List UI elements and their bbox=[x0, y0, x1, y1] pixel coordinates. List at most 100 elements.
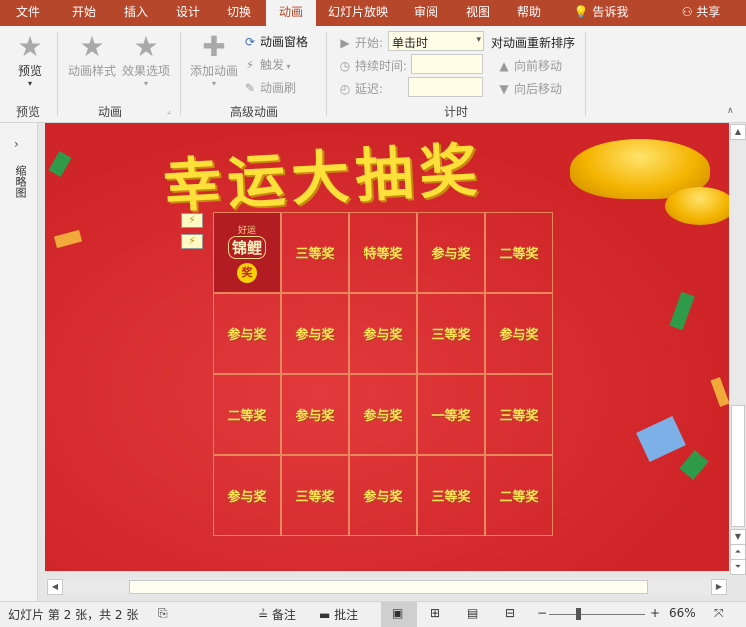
animation-trigger-marker[interactable]: ⚡ bbox=[181, 234, 203, 249]
tell-me-label: 告诉我 bbox=[592, 5, 629, 19]
accessibility-icon[interactable]: ⎘ bbox=[158, 606, 168, 621]
prize-cell[interactable]: 参与奖 bbox=[213, 455, 281, 536]
tab-help[interactable]: 帮助 bbox=[507, 0, 551, 26]
scroll-right-icon[interactable]: ▶ bbox=[711, 579, 727, 595]
tab-design[interactable]: 设计 bbox=[166, 0, 210, 26]
slide-counter: 幻灯片 第 2 张，共 2 张 bbox=[8, 608, 139, 622]
add-animation-label: 添加动画 bbox=[189, 64, 238, 78]
notes-button[interactable]: ≟ 备注 bbox=[258, 606, 296, 623]
zoom-in-icon[interactable]: + bbox=[650, 606, 660, 620]
prize-cell[interactable]: 参与奖 bbox=[349, 293, 417, 374]
delay-label: ◴ 延迟: bbox=[339, 82, 384, 96]
zoom-level[interactable]: 66% bbox=[669, 606, 696, 620]
duration-spinner[interactable] bbox=[411, 54, 483, 74]
animation-painter-button[interactable]: ✎ 动画刷 bbox=[243, 79, 296, 96]
tab-animations[interactable]: 动画 bbox=[266, 0, 316, 26]
prize-cell[interactable]: 三等奖 bbox=[485, 374, 553, 455]
slide-sorter-icon[interactable]: ⊞ bbox=[430, 606, 440, 620]
comments-button[interactable]: ▬ 批注 bbox=[319, 606, 358, 623]
tab-slideshow[interactable]: 幻灯片放映 bbox=[322, 0, 394, 26]
tab-view[interactable]: 视图 bbox=[456, 0, 500, 26]
add-star-icon: ✚ bbox=[202, 30, 226, 63]
share-label: 共享 bbox=[696, 5, 721, 19]
start-dropdown[interactable]: 单击时 ▾ bbox=[388, 31, 484, 51]
prize-cell[interactable]: 二等奖 bbox=[213, 374, 281, 455]
animation-trigger-marker[interactable]: ⚡ bbox=[181, 213, 203, 228]
tab-insert[interactable]: 插入 bbox=[114, 0, 158, 26]
normal-view-button[interactable]: ▣ bbox=[381, 602, 417, 627]
group-separator bbox=[180, 32, 181, 116]
tell-me-box[interactable]: 💡 告诉我 bbox=[566, 0, 636, 26]
reading-view-icon[interactable]: ▤ bbox=[467, 606, 478, 620]
triangle-up-icon: ▲ bbox=[499, 59, 509, 73]
scroll-left-icon[interactable]: ◀ bbox=[47, 579, 63, 595]
slideshow-icon[interactable]: ⊟ bbox=[505, 606, 515, 620]
fit-to-window-icon[interactable]: ⤧ bbox=[714, 606, 724, 621]
prize-badge: 奖 bbox=[237, 262, 257, 283]
confetti-shape bbox=[679, 450, 709, 480]
gold-ingot-small-image[interactable] bbox=[665, 187, 729, 225]
duration-label: ◷ 持续时间: bbox=[339, 59, 408, 73]
group-label-animation: 动画 bbox=[97, 105, 122, 119]
tab-review[interactable]: 审阅 bbox=[404, 0, 448, 26]
group-separator bbox=[57, 32, 58, 116]
prize-cell[interactable]: 二等奖 bbox=[485, 212, 553, 293]
prize-cell[interactable]: 参与奖 bbox=[281, 293, 349, 374]
prize-cell[interactable]: 二等奖 bbox=[485, 455, 553, 536]
effect-options-button[interactable]: ★ 效果选项 ▾ bbox=[120, 32, 172, 89]
scroll-down-icon[interactable]: ▼ bbox=[730, 529, 746, 545]
previous-slide-icon[interactable]: ⏶ bbox=[730, 544, 746, 560]
delay-spinner[interactable] bbox=[408, 77, 483, 97]
prize-cell[interactable]: 参与奖 bbox=[485, 293, 553, 374]
scroll-up-icon[interactable]: ▲ bbox=[730, 124, 746, 140]
prize-cell[interactable]: 三等奖 bbox=[281, 455, 349, 536]
confetti-shape bbox=[669, 291, 695, 331]
koi-logo-cell[interactable]: 好运 锦鲤 奖 bbox=[213, 212, 281, 293]
status-bar: 幻灯片 第 2 张，共 2 张 ⎘ ≟ 备注 ▬ 批注 ▣ ⊞ ▤ ⊟ − + … bbox=[0, 601, 746, 627]
horizontal-scroll-thumb[interactable] bbox=[129, 580, 648, 594]
animation-painter-label: 动画刷 bbox=[260, 81, 297, 95]
zoom-slider-track[interactable] bbox=[549, 614, 645, 615]
prize-cell[interactable]: 一等奖 bbox=[417, 374, 485, 455]
animation-pane-button[interactable]: ⟳ 动画窗格 bbox=[243, 33, 308, 50]
slide-canvas[interactable]: 幸运大抽奖 ⚡ ⚡ 好运 锦鲤 奖 三等奖 特等奖 参与奖 二等奖 参与奖 参与… bbox=[45, 123, 729, 571]
zoom-slider-thumb[interactable] bbox=[576, 608, 581, 620]
prize-cell[interactable]: 参与奖 bbox=[281, 374, 349, 455]
move-earlier-button[interactable]: ▲ 向前移动 bbox=[497, 57, 562, 74]
preview-star-icon: ★ bbox=[17, 30, 43, 63]
tab-transitions[interactable]: 切换 bbox=[217, 0, 261, 26]
next-slide-icon[interactable]: ⏷ bbox=[730, 559, 746, 575]
group-separator bbox=[585, 32, 586, 116]
prize-cell[interactable]: 参与奖 bbox=[349, 455, 417, 536]
animation-styles-button[interactable]: ★ 动画样式 bbox=[66, 32, 118, 79]
dialog-launcher-icon[interactable]: ⌟ bbox=[167, 106, 171, 115]
confetti-shape bbox=[710, 377, 729, 407]
chevron-down-icon: ▾ bbox=[476, 35, 481, 45]
prize-cell[interactable]: 参与奖 bbox=[349, 374, 417, 455]
prize-cell[interactable]: 特等奖 bbox=[349, 212, 417, 293]
add-animation-button[interactable]: ✚ 添加动画 ▾ bbox=[188, 30, 240, 89]
prize-cell[interactable]: 三等奖 bbox=[417, 293, 485, 374]
share-button[interactable]: ⚇ 共享 bbox=[676, 0, 726, 26]
prize-cell[interactable]: 参与奖 bbox=[417, 212, 485, 293]
prize-cell[interactable]: 三等奖 bbox=[417, 455, 485, 536]
effect-options-label: 效果选项 bbox=[121, 64, 170, 78]
prize-cell[interactable]: 参与奖 bbox=[213, 293, 281, 374]
notes-icon: ≟ bbox=[258, 608, 269, 622]
clock-icon: ◷ bbox=[339, 59, 351, 73]
collapse-ribbon-icon[interactable]: ∧ bbox=[727, 106, 734, 116]
move-later-button[interactable]: ▼ 向后移动 bbox=[497, 80, 562, 97]
animation-star-icon: ★ bbox=[79, 30, 105, 63]
confetti-shape bbox=[636, 416, 686, 462]
group-separator bbox=[326, 32, 327, 116]
prize-cell[interactable]: 三等奖 bbox=[281, 212, 349, 293]
expand-pane-icon[interactable]: › bbox=[14, 137, 19, 151]
zoom-out-icon[interactable]: − bbox=[537, 606, 547, 620]
vertical-scroll-thumb[interactable] bbox=[731, 405, 745, 527]
tab-home[interactable]: 开始 bbox=[62, 0, 106, 26]
normal-view-icon: ▣ bbox=[392, 606, 404, 620]
trigger-button[interactable]: ⚡ 触发 ▾ bbox=[243, 56, 291, 73]
preview-button[interactable]: ★ 预览 ▾ bbox=[10, 30, 50, 89]
tab-file[interactable]: 文件 bbox=[6, 0, 50, 26]
slide-title[interactable]: 幸运大抽奖 bbox=[161, 123, 485, 223]
